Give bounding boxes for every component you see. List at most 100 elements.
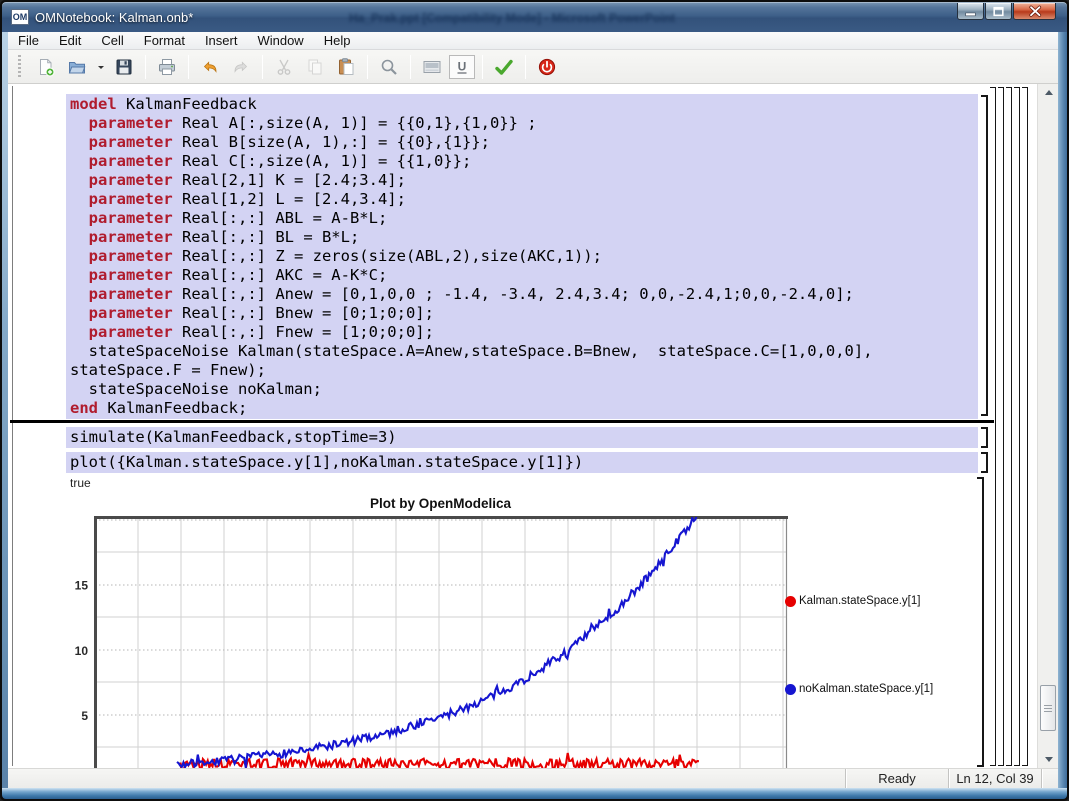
input-cell-simulate[interactable]: simulate(KalmanFeedback,stopTime=3) — [66, 427, 978, 448]
toolbar-find-button[interactable] — [375, 54, 403, 80]
menu-item-help[interactable]: Help — [314, 32, 361, 49]
undo-icon — [200, 57, 220, 77]
code-line[interactable]: stateSpaceNoise Kalman(stateSpace.A=Anew… — [70, 342, 978, 361]
title-bar[interactable]: OM OMNotebook: Kalman.onb* Ha_Prak.ppt [… — [2, 2, 1067, 32]
toolbar-print-button[interactable] — [153, 54, 181, 80]
cell-bracket-model[interactable] — [981, 95, 988, 416]
background-window-title: Ha_Prak.ppt [Compatibility Mode] - Micro… — [307, 11, 717, 25]
toolbar: U — [8, 50, 1058, 84]
minimize-button[interactable] — [957, 3, 984, 20]
legend-label: noKalman.stateSpace.y[1] — [799, 683, 933, 695]
check-icon — [494, 57, 514, 77]
code-line[interactable]: stateSpace.F = Fnew); — [70, 361, 978, 380]
cell-bracket-plot[interactable] — [981, 452, 988, 473]
omnotebook-window: OM OMNotebook: Kalman.onb* Ha_Prak.ppt [… — [0, 0, 1069, 801]
vertical-scrollbar[interactable] — [1037, 84, 1058, 768]
code-line[interactable]: parameter Real[:,:] ABL = A-B*L; — [70, 209, 978, 228]
window-title: OMNotebook: Kalman.onb* — [35, 10, 193, 25]
group-cell-bracket-5[interactable] — [1022, 87, 1028, 766]
menu-item-insert[interactable]: Insert — [195, 32, 248, 49]
toolbar-paste-button[interactable] — [332, 54, 360, 80]
toolbar-separator — [482, 55, 483, 79]
toolbar-copy-button[interactable] — [301, 54, 329, 80]
toolbar-separator — [525, 55, 526, 79]
scrollbar-thumb[interactable] — [1040, 685, 1056, 731]
copy-icon — [305, 57, 325, 77]
toolbar-save-button[interactable] — [110, 54, 138, 80]
toolbar-new-document-button[interactable] — [32, 54, 60, 80]
code-line[interactable]: parameter Real C[:,size(A, 1)] = {{1,0}}… — [70, 152, 978, 171]
code-line[interactable]: parameter Real B[size(A, 1),:] = {{0},{1… — [70, 133, 978, 152]
simulate-command[interactable]: simulate(KalmanFeedback,stopTime=3) — [70, 428, 978, 447]
menu-item-format[interactable]: Format — [134, 32, 195, 49]
window-border-bottom — [2, 788, 1067, 799]
toolbar-open-dropdown-button[interactable] — [94, 54, 107, 80]
toolbar-evaluate-button[interactable] — [490, 54, 518, 80]
svg-text:5: 5 — [81, 709, 88, 723]
status-cursor-position: Ln 12, Col 39 — [948, 769, 1041, 788]
code-line[interactable]: stateSpaceNoise noKalman; — [70, 380, 978, 399]
input-cell-model[interactable]: model KalmanFeedback parameter Real A[:,… — [66, 94, 978, 419]
toolbar-drag-handle[interactable] — [18, 55, 21, 79]
code-line[interactable]: parameter Real[:,:] Bnew = [0;1;0;0]; — [70, 304, 978, 323]
code-line[interactable]: parameter Real[:,:] AKC = A-K*C; — [70, 266, 978, 285]
toolbar-stop-button[interactable] — [533, 54, 561, 80]
code-line[interactable]: parameter Real[2,1] K = [2.4;3.4]; — [70, 171, 978, 190]
input-cell-plot[interactable]: plot({Kalman.stateSpace.y[1],noKalman.st… — [66, 452, 978, 473]
code-line[interactable]: parameter Real[:,:] Fnew = [1;0;0;0]; — [70, 323, 978, 342]
maximize-button[interactable] — [985, 3, 1012, 20]
menu-item-cell[interactable]: Cell — [91, 32, 133, 49]
plot-canvas[interactable]: 51015 — [66, 494, 792, 768]
code-line[interactable]: parameter Real A[:,size(A, 1)] = {{0,1},… — [70, 114, 978, 133]
cell-bracket-simulate[interactable] — [981, 427, 988, 448]
app-icon: OM — [11, 9, 29, 25]
svg-text:U: U — [458, 59, 467, 73]
group-cell-bracket-3[interactable] — [1006, 87, 1012, 766]
toolbar-separator — [188, 55, 189, 79]
group-cell-bracket-4[interactable] — [1014, 87, 1020, 766]
toolbar-open-button[interactable] — [63, 54, 91, 80]
code-line[interactable]: parameter Real[:,:] Anew = [0,1,0,0 ; -1… — [70, 285, 978, 304]
power-icon — [537, 57, 557, 77]
toolbar-redo-button[interactable] — [227, 54, 255, 80]
toolbar-cut-button[interactable] — [270, 54, 298, 80]
print-icon — [157, 57, 177, 77]
scroll-down-button[interactable] — [1038, 751, 1059, 768]
toolbar-separator — [410, 55, 411, 79]
menu-item-file[interactable]: File — [8, 32, 49, 49]
svg-text:15: 15 — [75, 579, 89, 593]
thumb-grip-icon — [1044, 705, 1052, 712]
open-icon — [67, 57, 87, 77]
view-left-edge — [12, 86, 13, 766]
status-bar: Ready Ln 12, Col 39 — [8, 768, 1058, 788]
group-cell-divider — [10, 420, 994, 423]
notebook-view: model KalmanFeedback parameter Real A[:,… — [8, 84, 1037, 768]
code-line[interactable]: model KalmanFeedback — [70, 95, 978, 114]
group-cell-bracket-2[interactable] — [998, 87, 1004, 766]
toolbar-image-button[interactable] — [418, 54, 446, 80]
arrow-down-icon — [1045, 757, 1053, 766]
menu-item-window[interactable]: Window — [247, 32, 313, 49]
search-icon — [379, 57, 399, 77]
redo-icon — [231, 57, 251, 77]
code-line[interactable]: parameter Real[:,:] BL = B*L; — [70, 228, 978, 247]
plot-command[interactable]: plot({Kalman.stateSpace.y[1],noKalman.st… — [70, 453, 978, 472]
legend-dot-icon — [785, 596, 796, 607]
menu-item-edit[interactable]: Edit — [49, 32, 91, 49]
code-line[interactable]: parameter Real[1,2] L = [2.4,3.4]; — [70, 190, 978, 209]
group-cell-bracket-1[interactable] — [990, 87, 996, 766]
toolbar-separator — [145, 55, 146, 79]
scroll-up-button[interactable] — [1038, 84, 1059, 101]
save-icon — [114, 57, 134, 77]
toolbar-separator — [367, 55, 368, 79]
status-ready: Ready — [845, 769, 948, 788]
toolbar-underline-button[interactable]: U — [449, 55, 475, 79]
code-line[interactable]: parameter Real[:,:] Z = zeros(size(ABL,2… — [70, 247, 978, 266]
cell-bracket-output[interactable] — [977, 477, 984, 767]
close-button[interactable] — [1013, 3, 1056, 20]
toolbar-undo-button[interactable] — [196, 54, 224, 80]
arrow-up-icon — [1045, 86, 1053, 95]
cut-icon — [274, 57, 294, 77]
resize-grip[interactable] — [1041, 769, 1058, 788]
code-line[interactable]: end KalmanFeedback; — [70, 399, 978, 418]
